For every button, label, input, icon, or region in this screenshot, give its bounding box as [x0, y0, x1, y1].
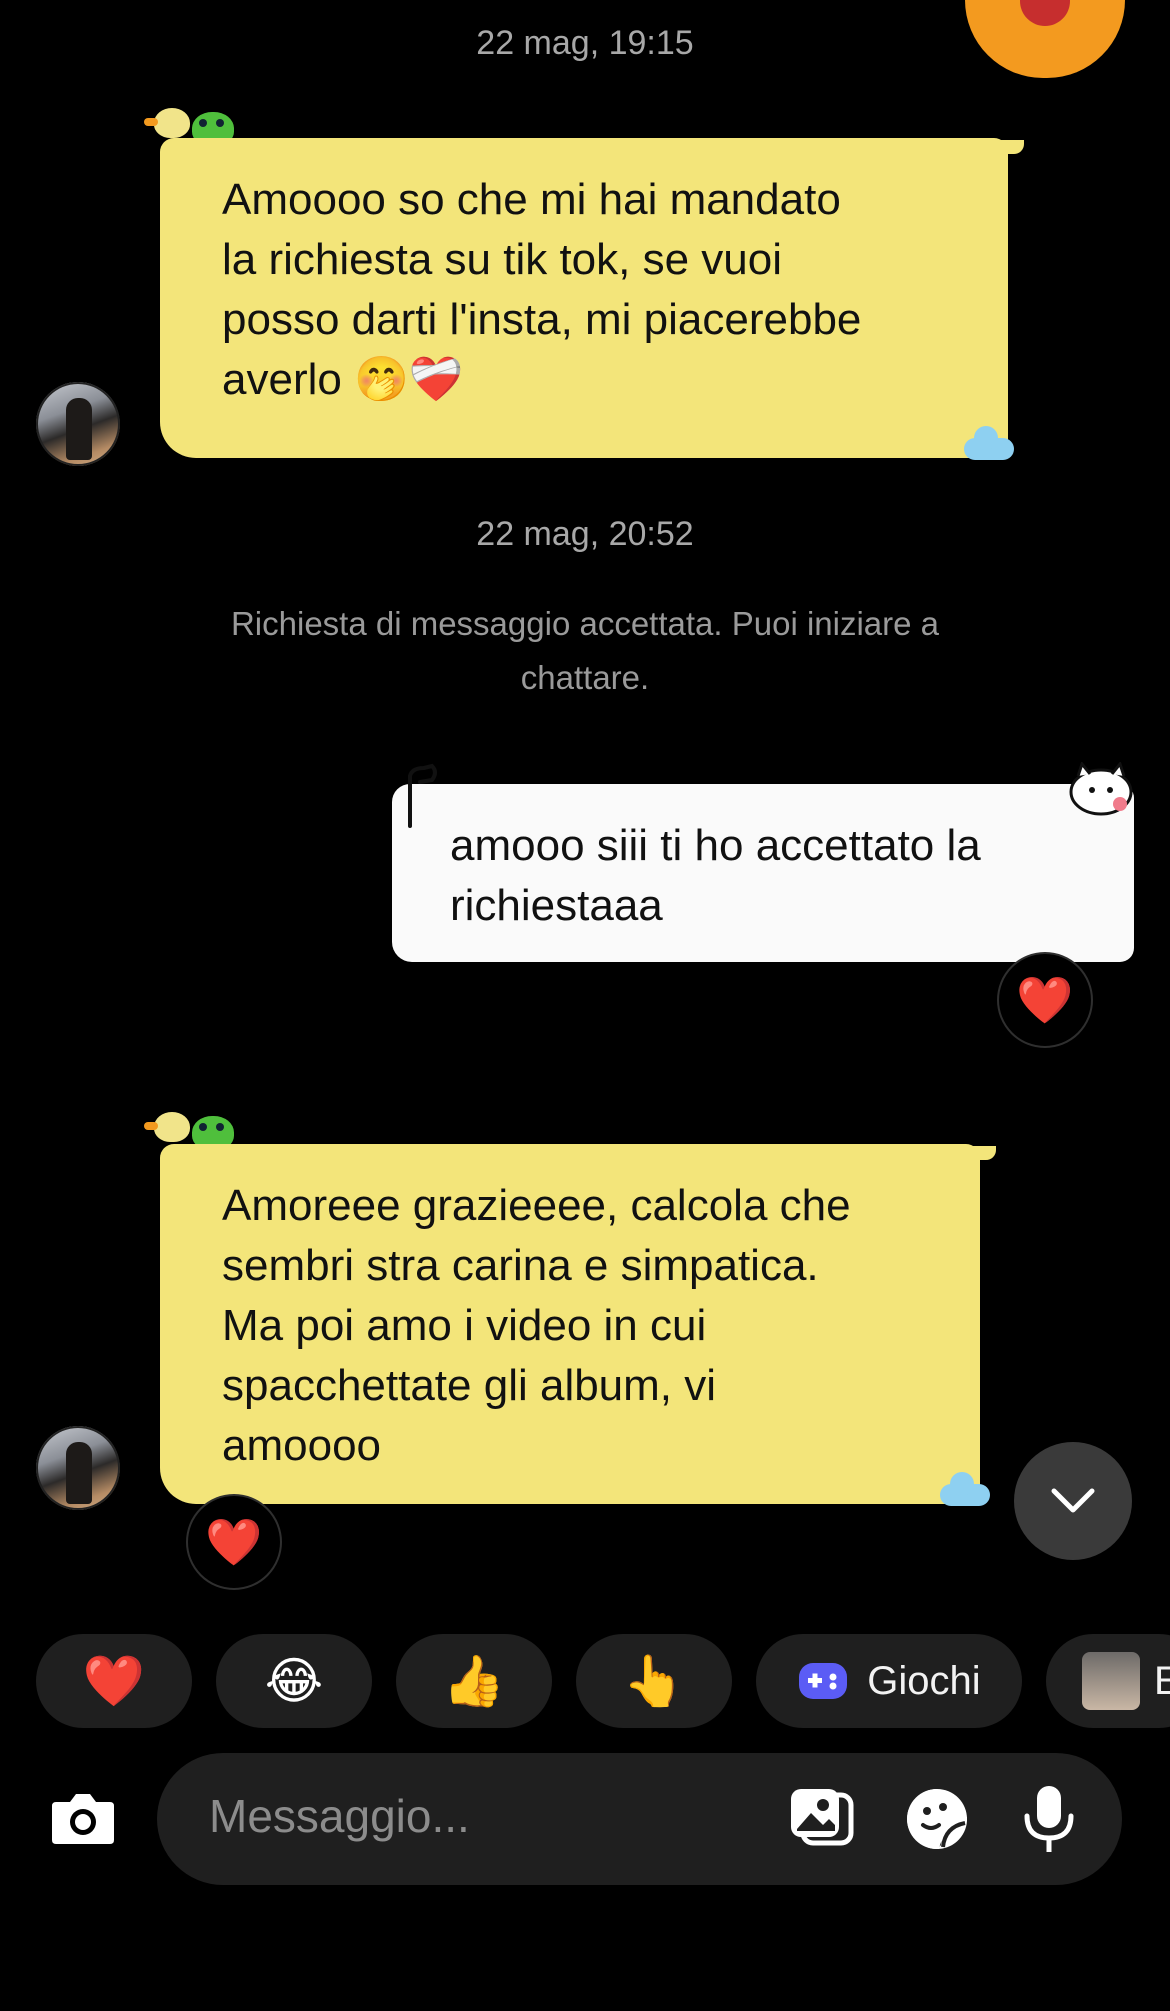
quick-reaction-heart[interactable]: ❤️ [36, 1634, 192, 1728]
reaction-heart[interactable]: ❤️ [997, 952, 1093, 1048]
reaction-emoji: ❤️ [205, 1515, 263, 1568]
reaction-heart[interactable]: ❤️ [186, 1494, 282, 1590]
timestamp: 22 mag, 19:15 [476, 24, 694, 62]
cloud-sticker [940, 1472, 990, 1506]
message-composer[interactable]: Messaggio... [157, 1753, 1122, 1885]
gamepad-icon [799, 1663, 848, 1699]
profile-thumbnail [1082, 1652, 1140, 1710]
message-text: Amoooo so che mi hai mandato la richiest… [222, 175, 862, 404]
reaction-emoji: 😂 [264, 1653, 324, 1709]
reaction-emoji: 👍 [442, 1652, 506, 1709]
bubble-tail [962, 1146, 996, 1160]
cat-sticker [1069, 762, 1133, 816]
reaction-emoji: ❤️ [1016, 973, 1074, 1026]
cloud-sticker [964, 426, 1014, 460]
message-input[interactable]: Messaggio... [209, 1789, 470, 1843]
duck-sticker [144, 1112, 190, 1142]
quick-reaction-point-up[interactable]: 👆 [576, 1634, 732, 1728]
sticker-button[interactable] [901, 1783, 973, 1855]
message-bubble-incoming[interactable]: Amoooo so che mi hai mandato la richiest… [160, 138, 1008, 458]
system-message: Richiesta di messaggio accettata. Puoi i… [230, 605, 940, 696]
profile-chip-label: E [1154, 1658, 1170, 1703]
message-bubble-incoming[interactable]: Amoreee grazieeee, calcola che sembri st… [160, 1144, 980, 1504]
reaction-emoji: ❤️ [82, 1652, 146, 1709]
camera-icon [52, 1794, 114, 1844]
quick-reaction-laugh[interactable]: 😂 [216, 1634, 372, 1728]
timestamp: 22 mag, 20:52 [476, 515, 694, 553]
reaction-emoji: 👆 [622, 1652, 686, 1709]
games-chip[interactable]: Giochi [756, 1634, 1022, 1728]
microphone-icon [1024, 1786, 1074, 1852]
games-label: Giochi [867, 1658, 981, 1703]
duck-sticker [144, 108, 190, 138]
gallery-button[interactable] [785, 1783, 857, 1855]
profile-chip[interactable]: E [1046, 1634, 1170, 1728]
message-text: Amoreee grazieeee, calcola che sembri st… [222, 1181, 851, 1470]
camera-button[interactable] [46, 1784, 120, 1852]
sticker-icon [907, 1789, 967, 1849]
gallery-icon [791, 1789, 854, 1846]
quick-reaction-thumbs-up[interactable]: 👍 [396, 1634, 552, 1728]
avatar[interactable] [36, 382, 120, 466]
flag-doodle [408, 763, 437, 828]
microphone-button[interactable] [1013, 1781, 1085, 1857]
message-bubble-outgoing[interactable]: amooo siii ti ho accettato la richiestaa… [392, 784, 1134, 962]
avatar[interactable] [36, 1426, 120, 1510]
bubble-tail [990, 140, 1024, 154]
chevron-down-icon [1051, 1488, 1095, 1513]
scroll-down-button[interactable] [1014, 1442, 1132, 1560]
message-text: amooo siii ti ho accettato la richiestaa… [450, 821, 981, 930]
